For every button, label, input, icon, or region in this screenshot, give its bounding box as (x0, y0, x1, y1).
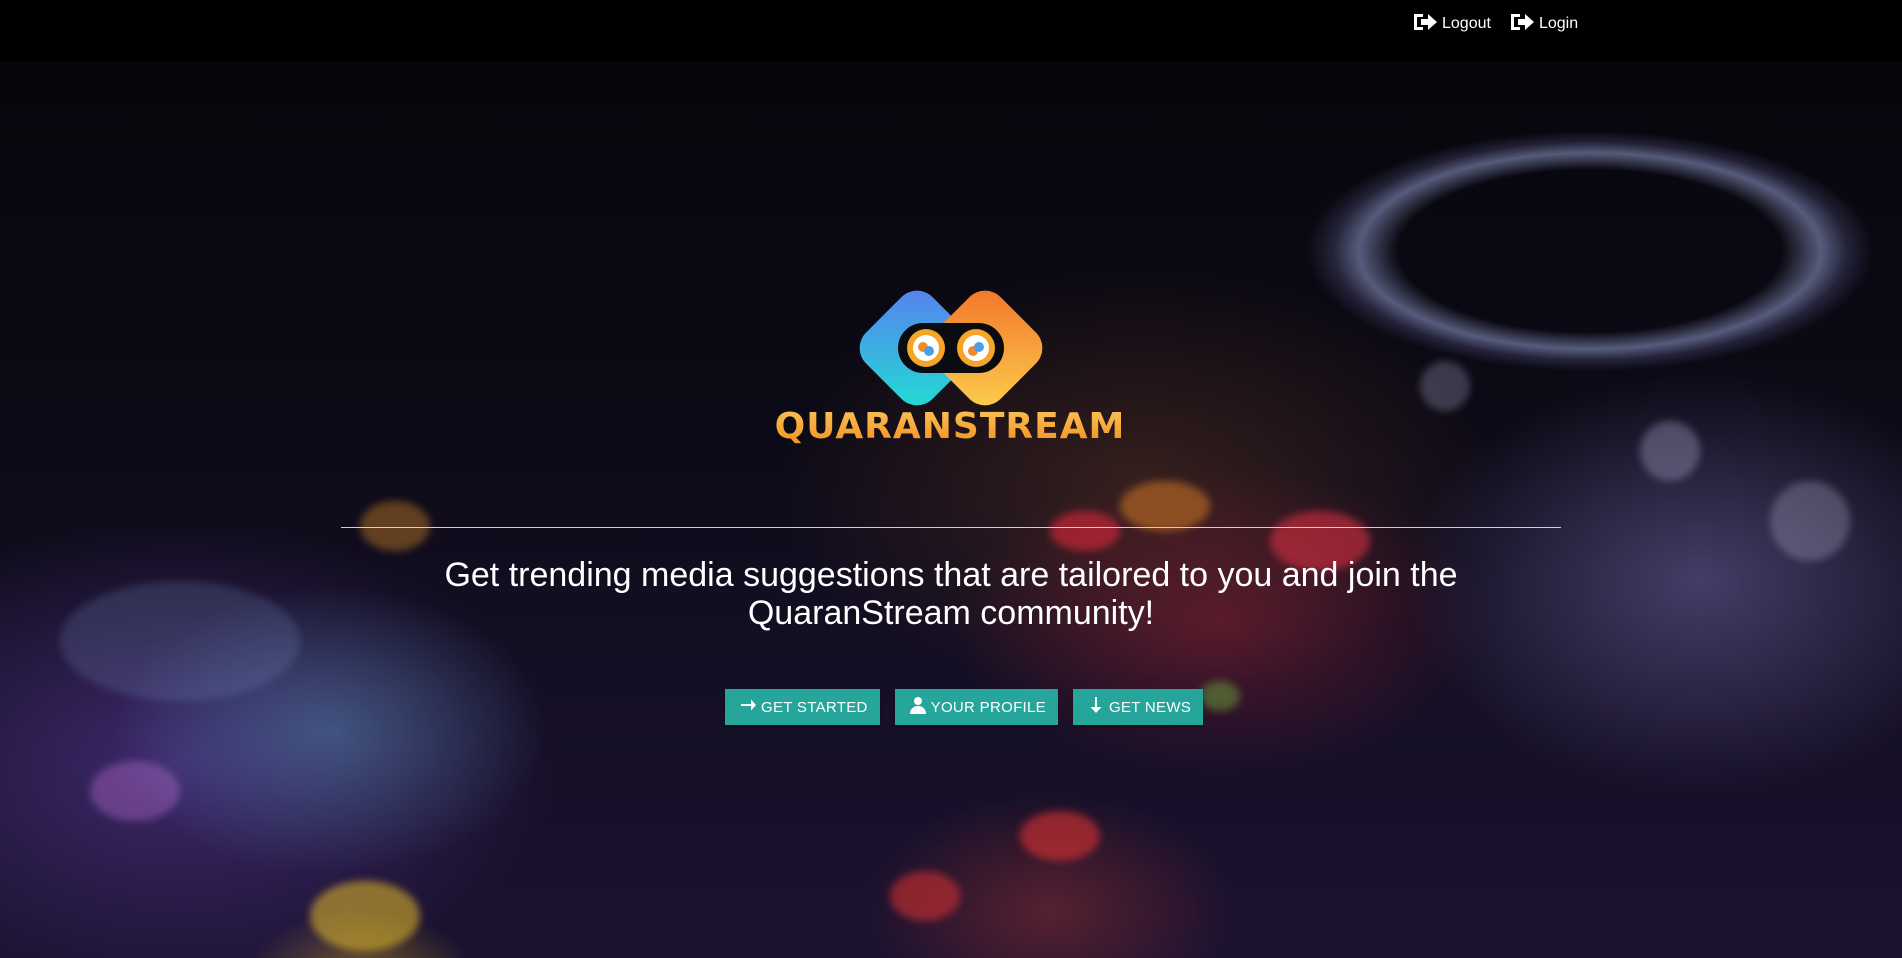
get-started-button[interactable]: GET STARTED (725, 689, 880, 725)
your-profile-label: YOUR PROFILE (930, 698, 1046, 716)
bokeh-light (890, 871, 960, 921)
top-navbar: Logout Login (0, 0, 1902, 61)
bokeh-light (1420, 361, 1470, 411)
bokeh-light (1200, 681, 1240, 711)
arrow-down-icon (1087, 696, 1105, 718)
arrow-right-icon (739, 696, 757, 718)
get-started-label: GET STARTED (761, 698, 868, 716)
hero-divider (341, 527, 1561, 528)
bokeh-light (1770, 481, 1850, 561)
get-news-button[interactable]: GET NEWS (1072, 689, 1204, 725)
login-link[interactable]: Login (1509, 11, 1578, 37)
your-profile-button[interactable]: YOUR PROFILE (894, 689, 1058, 725)
bokeh-light (1050, 511, 1120, 551)
bokeh-light (60, 581, 300, 701)
logout-link[interactable]: Logout (1412, 11, 1491, 37)
hero-section (0, 61, 1902, 958)
bokeh-light (360, 501, 430, 551)
get-news-label: GET NEWS (1108, 698, 1192, 716)
brand-wordmark: QUARANSTREAM (700, 406, 1200, 447)
user-icon (909, 696, 927, 718)
sign-out-icon (1412, 11, 1438, 38)
logout-label: Logout (1442, 15, 1491, 32)
bokeh-light (1120, 481, 1210, 531)
bokeh-light (1640, 421, 1700, 481)
bokeh-light (90, 761, 180, 821)
hero-tagline: Get trending media suggestions that are … (444, 556, 1458, 632)
bokeh-light (310, 881, 420, 951)
hero-actions: GET STARTED YOUR PROFILE GET NEWS (725, 689, 1204, 725)
sign-in-icon (1509, 11, 1535, 38)
nav-links: Logout Login (1412, 11, 1578, 37)
login-label: Login (1538, 15, 1579, 32)
bokeh-light (1020, 811, 1100, 861)
